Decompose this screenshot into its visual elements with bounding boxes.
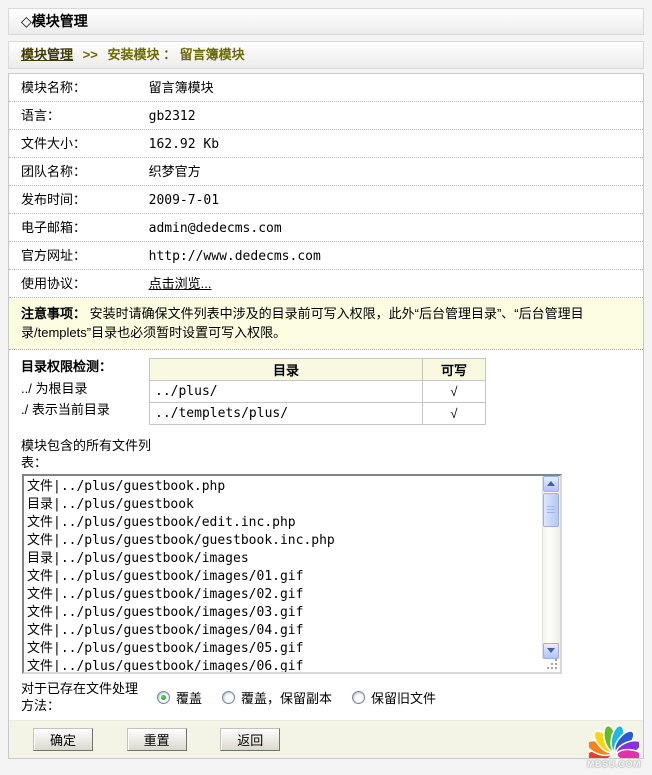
fan-logo-icon [589, 718, 639, 758]
table-row: ../templets/plus/ √ [150, 403, 486, 425]
file-list-item: 文件|../plus/guestbook/edit.inc.php [27, 514, 540, 532]
field-value: 2009-7-01 [149, 193, 219, 208]
file-list-item: 目录|../plus/guestbook [27, 496, 540, 514]
arrow-up-icon [547, 481, 555, 486]
file-list-item: 文件|../plus/guestbook/images/02.gif [27, 586, 540, 604]
breadcrumb-link-module-manager[interactable]: 模块管理 [21, 47, 73, 62]
file-list-item: 目录|../plus/guestbook/images [27, 550, 540, 568]
permission-check-title: 目录权限检测： [21, 356, 149, 378]
notice-text: 安装时请确保文件列表中涉及的目录前可写入权限，此外“后台管理目录”、“后台管理目… [21, 306, 584, 340]
field-row-email: 电子邮箱： admin@dedecms.com [9, 214, 643, 242]
field-label: 发布时间： [21, 186, 145, 213]
overwrite-options: 覆盖 覆盖，保留副本 保留旧文件 [157, 688, 456, 707]
field-row-module-name: 模块名称： 留言簿模块 [9, 74, 643, 102]
column-header-directory: 目录 [150, 359, 423, 381]
radio-label: 覆盖 [176, 688, 202, 707]
radio-selected-icon[interactable] [157, 691, 170, 704]
permission-table-header-row: 目录 可写 [150, 359, 486, 381]
table-row: ../plus/ √ [150, 381, 486, 403]
module-manager-page: ◇模块管理 模块管理 >> 安装模块 ： 留言簿模块 模块名称： 留言簿模块 语… [0, 0, 652, 775]
view-license-link[interactable]: 点击浏览... [149, 276, 212, 291]
field-row-team-name: 团队名称： 织梦官方 [9, 158, 643, 186]
file-list-item: 文件|../plus/guestbook/images/01.gif [27, 568, 540, 586]
radio-unselected-icon[interactable] [222, 691, 235, 704]
radio-unselected-icon[interactable] [352, 691, 365, 704]
file-list-item: 文件|../plus/guestbook/images/03.gif [27, 604, 540, 622]
confirm-button[interactable]: 确定 [33, 728, 93, 751]
field-value: 织梦官方 [149, 164, 201, 179]
radio-label: 保留旧文件 [371, 688, 436, 707]
field-value: 162.92 Kb [149, 137, 219, 152]
field-row-file-size: 文件大小： 162.92 Kb [9, 130, 643, 158]
breadcrumb: 模块管理 >> 安装模块 ： 留言簿模块 [8, 41, 644, 69]
watermark: MBSU.COM [582, 718, 646, 769]
field-label: 官方网址： [21, 242, 145, 269]
watermark-text: MBSU.COM [582, 759, 646, 769]
module-install-panel: 模块名称： 留言簿模块 语言： gb2312 文件大小： 162.92 Kb 团… [8, 73, 644, 759]
current-dir-hint: ./ 表示当前目录 [21, 399, 149, 420]
field-label: 语言： [21, 102, 145, 129]
radio-option-overwrite[interactable]: 覆盖 [157, 688, 202, 707]
column-header-writable: 可写 [423, 359, 486, 381]
field-value: gb2312 [149, 109, 196, 124]
file-list-textarea[interactable]: 文件|../plus/guestbook.php 目录|../plus/gues… [22, 474, 562, 674]
scroll-down-button[interactable] [543, 643, 559, 659]
writable-checkmark: √ [423, 381, 486, 403]
field-label: 团队名称： [21, 158, 145, 185]
resize-grip[interactable] [547, 659, 559, 671]
file-list-item: 文件|../plus/guestbook/guestbook.inc.php [27, 532, 540, 550]
radio-option-overwrite-keep-copy[interactable]: 覆盖，保留副本 [222, 688, 332, 707]
file-list-item: 文件|../plus/guestbook/images/05.gif [27, 640, 540, 658]
file-list-item: 文件|../plus/guestbook/images/04.gif [27, 622, 540, 640]
field-label: 文件大小： [21, 130, 145, 157]
radio-label: 覆盖，保留副本 [241, 688, 332, 707]
writable-checkmark: √ [423, 403, 486, 425]
field-value: http://www.dedecms.com [149, 249, 321, 264]
field-label: 使用协议： [21, 270, 145, 297]
field-value: admin@dedecms.com [149, 221, 282, 236]
action-button-band: 确定 重置 返回 [9, 720, 643, 758]
root-dir-hint: ../ 为根目录 [21, 378, 149, 399]
breadcrumb-current: 安装模块 ： 留言簿模块 [107, 47, 244, 62]
directory-path: ../templets/plus/ [150, 403, 423, 425]
notice-box: 注意事项： 安装时请确保文件列表中涉及的目录前可写入权限，此外“后台管理目录”、… [9, 298, 643, 350]
permission-check-labels: 目录权限检测： ../ 为根目录 ./ 表示当前目录 [21, 356, 149, 425]
radio-option-keep-old-files[interactable]: 保留旧文件 [352, 688, 436, 707]
file-list-label: 模块包含的所有文件列表： [21, 437, 161, 471]
vertical-scrollbar[interactable] [542, 476, 560, 659]
field-label: 模块名称： [21, 74, 145, 101]
permission-check-section: 目录权限检测： ../ 为根目录 ./ 表示当前目录 目录 可写 ../plus… [9, 350, 643, 433]
field-label: 电子邮箱： [21, 214, 145, 241]
field-value: 留言簿模块 [149, 80, 214, 95]
file-list-item: 文件|../plus/guestbook/images/06.gif [27, 658, 540, 674]
overwrite-method-label: 对于已存在文件处理方法： [21, 680, 139, 714]
field-row-license: 使用协议： 点击浏览... [9, 270, 643, 298]
page-title: ◇模块管理 [21, 13, 88, 29]
arrow-down-icon [547, 648, 555, 653]
scroll-up-button[interactable] [543, 476, 559, 492]
directory-path: ../plus/ [150, 381, 423, 403]
notice-label: 注意事项： [21, 306, 86, 321]
back-button[interactable]: 返回 [220, 728, 280, 751]
breadcrumb-separator: >> [83, 47, 98, 62]
field-row-language: 语言： gb2312 [9, 102, 643, 130]
page-title-bar: ◇模块管理 [8, 8, 644, 35]
scrollbar-thumb[interactable] [543, 493, 559, 527]
overwrite-method-row: 对于已存在文件处理方法： 覆盖 覆盖，保留副本 保留旧文件 [9, 674, 643, 720]
file-list-item: 文件|../plus/guestbook.php [27, 478, 540, 496]
file-list-lines: 文件|../plus/guestbook.php 目录|../plus/gues… [24, 476, 560, 674]
field-row-official-url: 官方网址： http://www.dedecms.com [9, 242, 643, 270]
reset-button[interactable]: 重置 [127, 728, 187, 751]
permission-table: 目录 可写 ../plus/ √ ../templets/plus/ √ [149, 358, 486, 425]
field-row-release-date: 发布时间： 2009-7-01 [9, 186, 643, 214]
